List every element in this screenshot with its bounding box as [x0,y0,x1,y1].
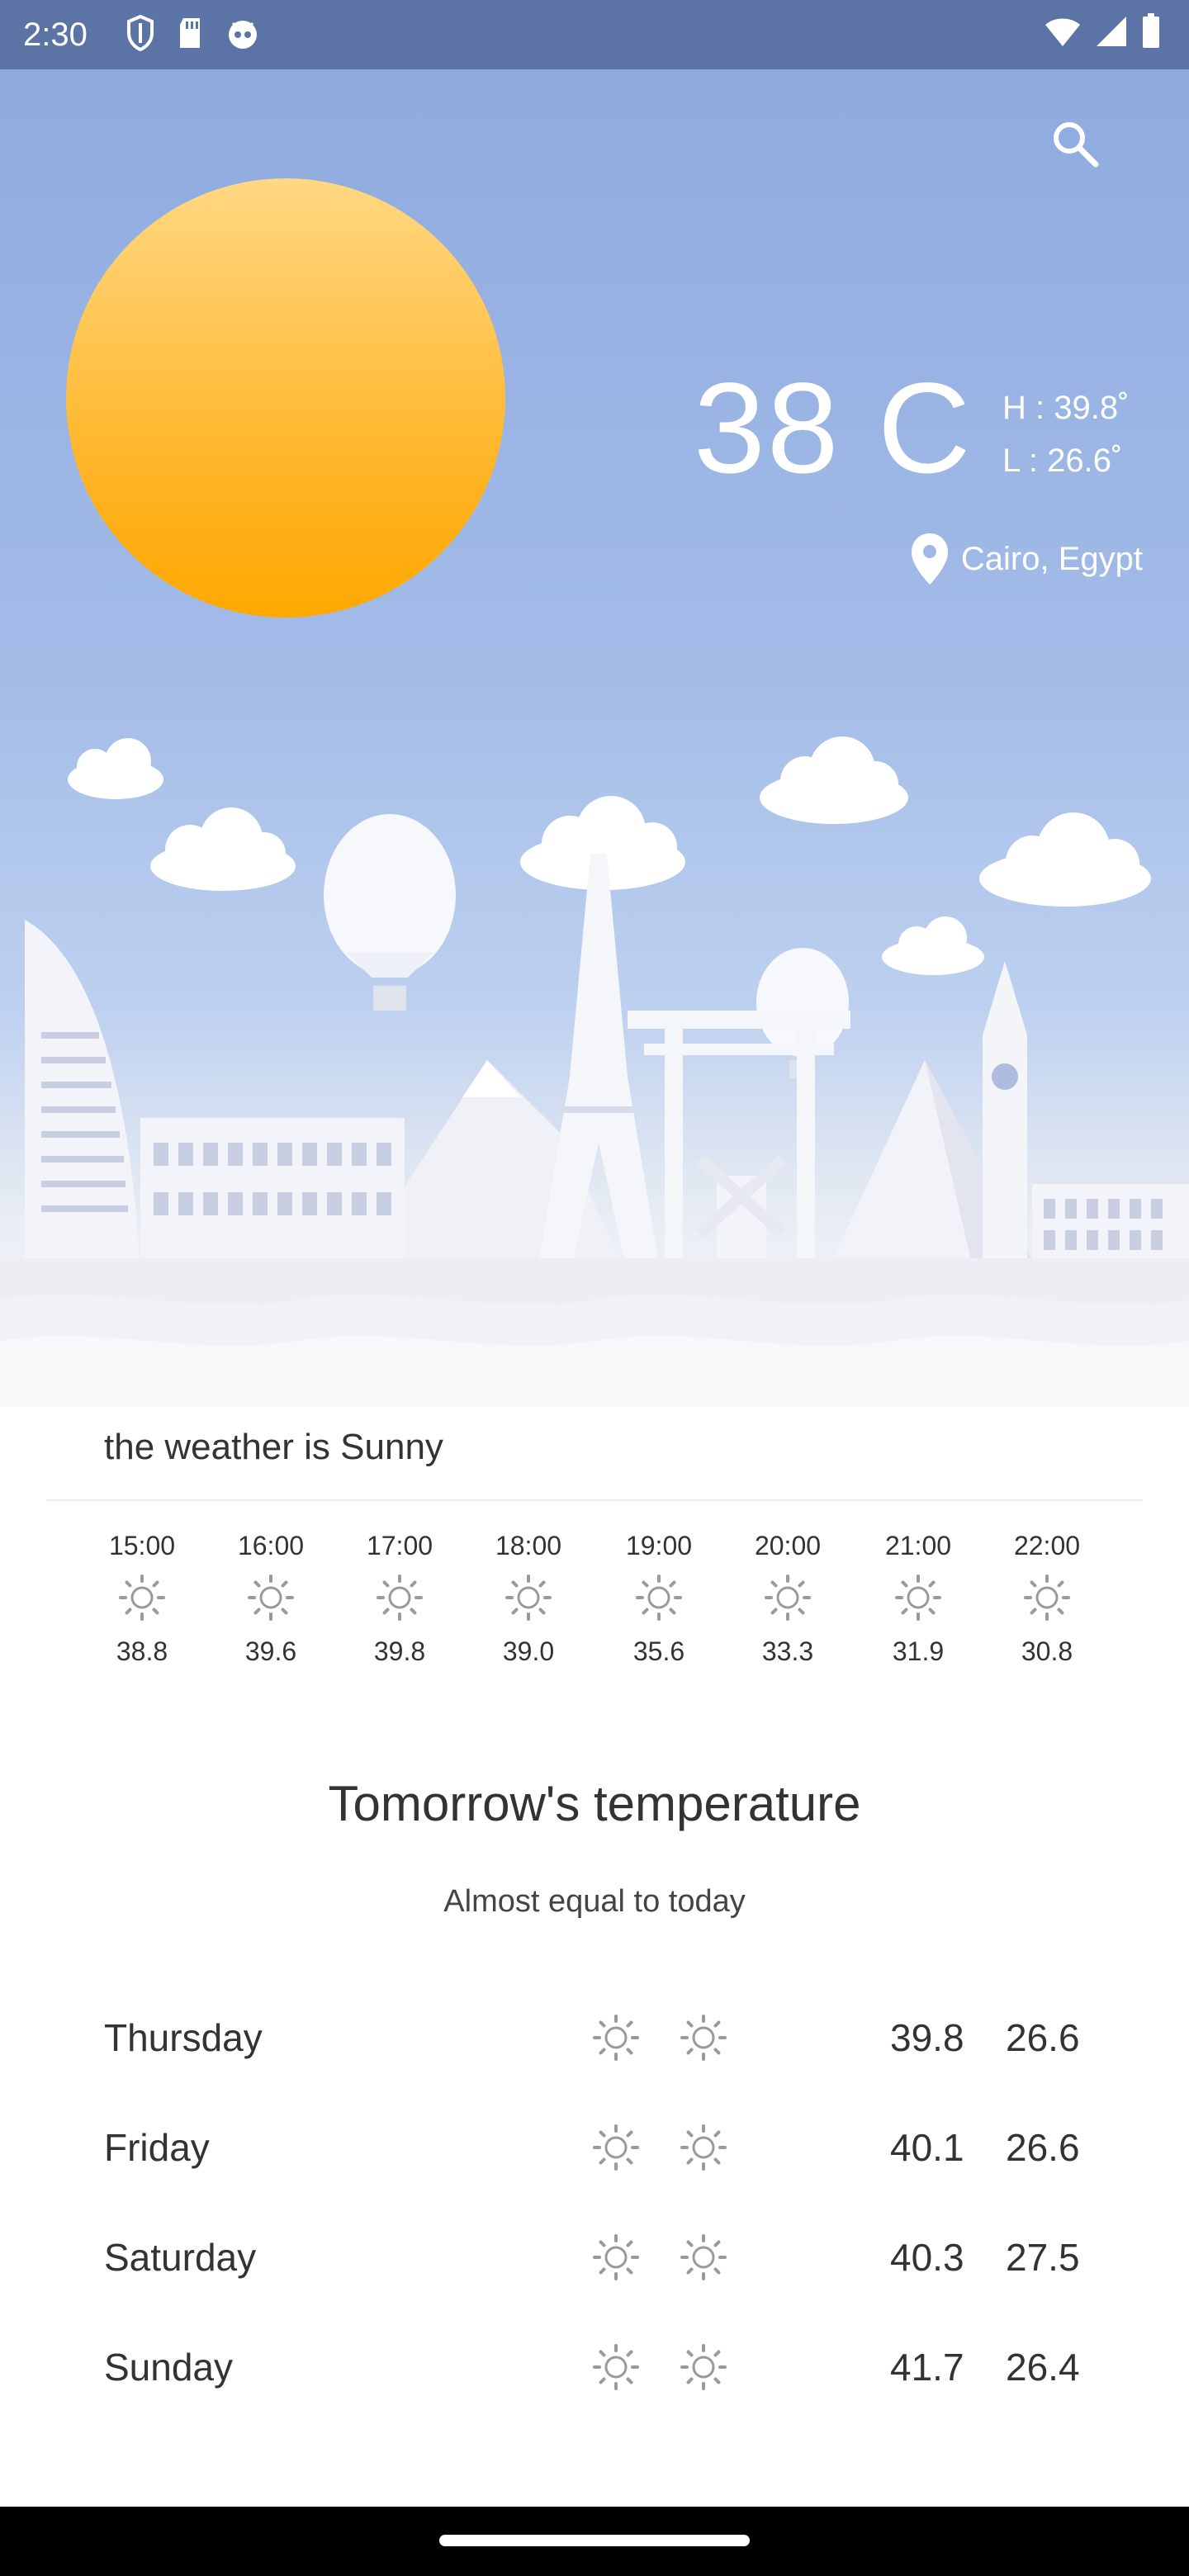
low-temp: L : 26.6˚ [1002,443,1123,479]
hourly-item: 15:00 38.8 [78,1527,206,1669]
day-low: 26.6 [1006,2016,1080,2059]
daily-row: Friday 40.1 26.6 [104,2114,1095,2181]
sun-icon [593,2015,639,2061]
hourly-item: 22:00 30.8 [983,1527,1111,1669]
hour-time: 17:00 [366,1531,433,1560]
high-temp: H : 39.8˚ [1002,390,1130,426]
status-bar: 2:30 [0,0,1189,69]
hourly-item: 20:00 33.3 [723,1527,852,1669]
sun-icon [377,1574,423,1621]
sd-card-icon [175,15,205,55]
hour-temp: 39.0 [502,1636,555,1666]
hour-temp: 35.6 [632,1636,685,1666]
sun-icon [680,2124,727,2171]
day-low: 27.5 [1006,2236,1080,2279]
hour-time: 18:00 [495,1531,562,1560]
status-time: 2:30 [23,17,88,53]
hour-time: 20:00 [754,1531,822,1560]
sun-icon [119,1574,165,1621]
sun-illustration [66,178,505,618]
hourly-item: 21:00 31.9 [854,1527,983,1669]
sun-icon [680,2344,727,2390]
tomorrow-subtitle: Almost equal to today [443,1884,746,1919]
shield-icon [126,14,155,55]
hour-temp: 30.8 [1021,1636,1073,1666]
tomorrow-title: Tomorrow's temperature [328,1776,861,1831]
signal-icon [1095,15,1128,52]
hour-temp: 39.6 [244,1636,297,1666]
sun-icon [593,2124,639,2171]
hour-time: 19:00 [625,1531,693,1560]
hour-temp: 31.9 [892,1636,945,1666]
sun-icon [895,1574,941,1621]
daily-row: Saturday 40.3 27.5 [104,2224,1095,2290]
day-name: Saturday [104,2236,257,2279]
hourly-item: 18:00 39.0 [464,1527,593,1669]
wifi-icon [1044,15,1082,52]
hour-temp: 33.3 [761,1636,814,1666]
sun-icon [1024,1574,1070,1621]
daily-row: Sunday 41.7 26.4 [104,2334,1095,2400]
search-icon [1054,122,1099,168]
day-name: Friday [104,2126,210,2169]
hour-temp: 38.8 [116,1636,168,1666]
day-high: 40.1 [890,2126,964,2169]
search-button[interactable] [1042,111,1108,177]
day-low: 26.6 [1006,2126,1080,2169]
hourly-item: 19:00 35.6 [594,1527,723,1669]
hour-time: 21:00 [884,1531,952,1560]
hour-time: 22:00 [1013,1531,1081,1560]
sun-icon [248,1574,294,1621]
day-name: Sunday [104,2346,234,2389]
current-temperature: 38 C [694,357,973,500]
location-pin-icon [911,533,948,585]
home-gesture-handle[interactable] [439,2535,750,2546]
condition-text: the weather is Sunny [104,1427,443,1467]
sun-icon [593,2234,639,2280]
hero-header: 38 C H : 39.8˚ L : 26.6˚ Cairo, Egypt [0,69,1189,1407]
high-low: H : 39.8˚ L : 26.6˚ [1002,381,1129,487]
day-low: 26.4 [1006,2346,1080,2389]
hour-time: 15:00 [108,1531,176,1560]
sun-icon [680,2234,727,2280]
sun-icon [636,1574,682,1621]
location-label: Cairo, Egypt [960,540,1143,577]
hourly-item: 17:00 39.8 [335,1527,464,1669]
hour-temp: 39.8 [373,1636,426,1666]
city-skyline-illustration [0,736,1189,1407]
navigation-bar [0,2507,1189,2576]
robot-icon [225,15,261,55]
sun-icon [505,1574,552,1621]
sun-icon [593,2344,639,2390]
sun-icon [680,2015,727,2061]
hour-time: 16:00 [237,1531,305,1560]
divider [46,1499,1143,1501]
day-high: 40.3 [890,2236,964,2279]
day-high: 39.8 [890,2016,964,2059]
hourly-item: 16:00 39.6 [206,1527,335,1669]
location: Cairo, Egypt [910,532,1143,586]
day-high: 41.7 [890,2346,964,2389]
sun-icon [765,1574,811,1621]
daily-row: Thursday 39.8 26.6 [104,2005,1095,2071]
battery-icon [1141,13,1161,54]
day-name: Thursday [104,2016,263,2059]
